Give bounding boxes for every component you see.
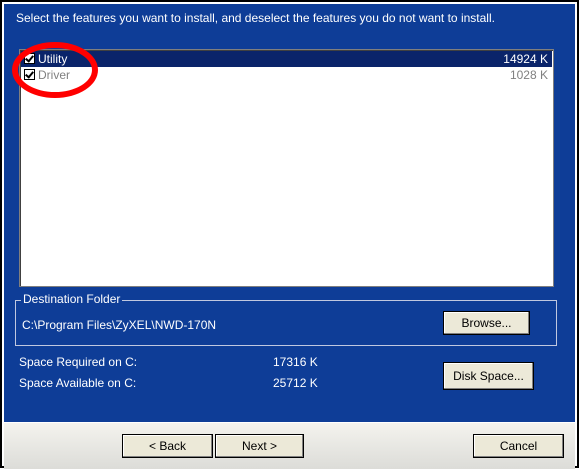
installer-window: Select the features you want to install,… — [0, 0, 579, 469]
feature-row-driver[interactable]: Driver 1028 K — [21, 67, 552, 83]
feature-row-utility[interactable]: Utility 14924 K — [21, 51, 552, 67]
space-available-label: Space Available on C: — [19, 376, 137, 390]
feature-size: 14924 K — [503, 52, 548, 66]
disk-space-button[interactable]: Disk Space... — [443, 362, 534, 390]
feature-list[interactable]: Utility 14924 K Driver 1028 K — [19, 49, 554, 287]
feature-name: Driver — [38, 68, 70, 82]
space-available-value: 25712 K — [273, 376, 318, 390]
cancel-button[interactable]: Cancel — [473, 434, 564, 458]
feature-size: 1028 K — [509, 68, 548, 82]
checkbox-icon[interactable] — [24, 69, 35, 80]
instruction-text: Select the features you want to install,… — [16, 11, 495, 25]
browse-button[interactable]: Browse... — [443, 311, 530, 335]
destination-path: C:\Program Files\ZyXEL\NWD-170N — [22, 318, 217, 332]
feature-name: Utility — [38, 52, 68, 66]
checkbox-icon[interactable] — [24, 53, 35, 64]
destination-folder-legend: Destination Folder — [21, 292, 123, 306]
space-required-value: 17316 K — [273, 355, 318, 369]
back-button[interactable]: < Back — [122, 434, 213, 458]
next-button[interactable]: Next > — [215, 434, 304, 458]
space-required-label: Space Required on C: — [19, 355, 138, 369]
